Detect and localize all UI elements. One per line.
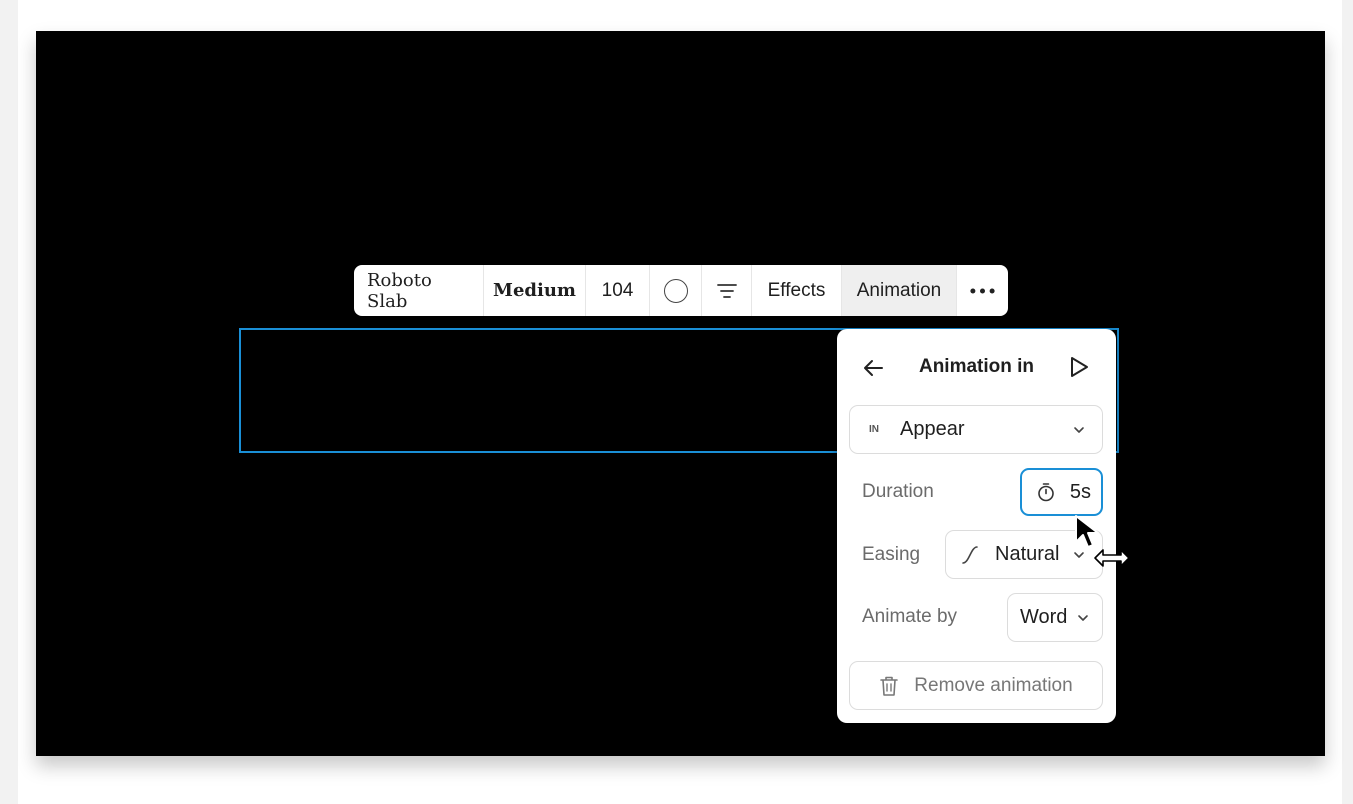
font-family-dropdown[interactable]: Roboto Slab [354, 265, 484, 316]
align-center-icon [716, 283, 737, 298]
chevron-down-icon [1074, 426, 1084, 433]
font-size-input[interactable]: 104 [586, 265, 650, 316]
more-icon [970, 288, 995, 293]
play-icon[interactable] [1069, 356, 1089, 378]
duration-label: Duration [862, 481, 934, 502]
animate-by-value: Word [1020, 606, 1068, 628]
font-weight-dropdown[interactable]: Medium [484, 265, 586, 316]
easing-value: Natural [995, 543, 1060, 565]
mouse-pointer-icon [1075, 515, 1099, 548]
remove-animation-label: Remove animation [914, 674, 1073, 696]
text-color-button[interactable] [650, 265, 702, 316]
animation-type-value: Appear [900, 418, 965, 440]
duration-input[interactable]: 5s [1020, 468, 1103, 516]
color-circle-icon [663, 278, 688, 303]
animate-by-dropdown[interactable]: Word [1007, 593, 1103, 642]
trash-icon [880, 676, 899, 696]
in-badge: IN [869, 424, 879, 435]
duration-value: 5s [1069, 480, 1091, 503]
effects-button[interactable]: Effects [752, 265, 842, 316]
animate-by-label: Animate by [862, 606, 958, 627]
timer-icon [1038, 483, 1054, 502]
back-arrow-icon[interactable] [861, 356, 885, 380]
text-toolbar: Roboto Slab Medium 104 Effects Animation [354, 265, 1008, 316]
more-options-button[interactable] [957, 265, 1008, 316]
easing-label: Easing [862, 544, 921, 565]
animation-button[interactable]: Animation [842, 265, 957, 316]
remove-animation-button[interactable]: Remove animation [849, 661, 1103, 710]
text-align-button[interactable] [702, 265, 752, 316]
panel-title: Animation in [918, 356, 1035, 377]
animation-type-dropdown[interactable]: IN Appear [849, 405, 1103, 454]
panel-header: Animation in [837, 329, 1116, 405]
chevron-down-icon [1078, 614, 1088, 621]
easing-curve-icon [962, 545, 978, 564]
resize-horizontal-icon [1094, 549, 1130, 567]
